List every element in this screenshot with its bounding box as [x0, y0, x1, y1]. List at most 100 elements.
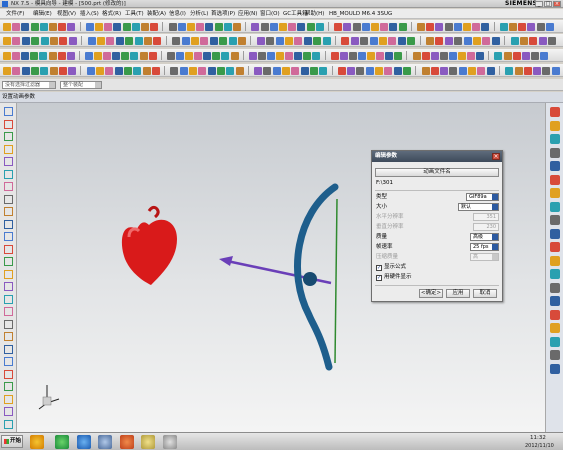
hardware-display-checkbox[interactable]: ✓ — [376, 275, 382, 281]
toolbar-tool-icon[interactable] — [538, 37, 547, 45]
toolbar-tool-icon[interactable] — [453, 23, 462, 31]
toolbar-tool-icon[interactable] — [463, 37, 472, 45]
toolbar-tool-icon[interactable] — [343, 23, 352, 31]
sketch-tool-icon[interactable] — [4, 257, 13, 266]
toolbar-tool-icon[interactable] — [337, 67, 346, 75]
toolbar-tool-icon[interactable] — [463, 23, 471, 31]
toolbar-tool-icon[interactable] — [476, 52, 485, 60]
menu-application[interactable]: 应用(N) — [238, 9, 257, 19]
start-button[interactable]: 开始 — [1, 435, 23, 448]
toolbar-tool-icon[interactable] — [123, 67, 132, 75]
sketch-tool-icon[interactable] — [4, 319, 13, 329]
toolbar-tool-icon[interactable] — [505, 67, 514, 75]
toolbar-tool-icon[interactable] — [86, 67, 95, 75]
toolbar-tool-icon[interactable] — [369, 37, 378, 45]
toolbar-tool-icon[interactable] — [397, 37, 406, 45]
toolbar-tool-icon[interactable] — [166, 52, 175, 60]
toolbar-tool-icon[interactable] — [203, 52, 212, 60]
toolbar-tool-icon[interactable] — [266, 52, 275, 60]
toolbar-tool-icon[interactable] — [251, 23, 260, 31]
toolbar-tool-icon[interactable] — [185, 52, 193, 60]
toolbar-tool-icon[interactable] — [348, 52, 357, 60]
toolbar-tool-icon[interactable] — [177, 23, 186, 31]
resource-tab-icon[interactable] — [550, 363, 560, 374]
sketch-tool-icon[interactable] — [4, 332, 13, 341]
sketch-tool-icon[interactable] — [4, 207, 13, 216]
toolbar-tool-icon[interactable] — [412, 52, 421, 60]
dialog-close-button[interactable]: × — [492, 153, 500, 160]
quality-select[interactable]: 高级 — [470, 233, 499, 241]
toolbar-tool-icon[interactable] — [499, 23, 508, 31]
minimize-button[interactable]: _ — [535, 1, 543, 7]
toolbar-tool-icon[interactable] — [303, 52, 312, 60]
menu-info[interactable]: 信息(I) — [169, 9, 186, 19]
toolbar-tool-icon[interactable] — [529, 37, 538, 45]
sketch-tool-icon[interactable] — [4, 419, 13, 429]
toolbar-tool-icon[interactable] — [12, 67, 21, 75]
toolbar-tool-icon[interactable] — [172, 37, 181, 45]
toolbar-tool-icon[interactable] — [539, 52, 548, 60]
toolbar-tool-icon[interactable] — [297, 23, 306, 31]
toolbar-tool-icon[interactable] — [214, 23, 223, 31]
media-app-icon[interactable] — [120, 435, 134, 449]
resource-tab-icon[interactable] — [550, 215, 560, 225]
toolbar-tool-icon[interactable] — [115, 37, 124, 45]
toolbar-tool-icon[interactable] — [68, 37, 77, 45]
toolbar-tool-icon[interactable] — [226, 67, 235, 75]
toolbar-tool-icon[interactable] — [448, 52, 457, 60]
toolbar-tool-icon[interactable] — [545, 23, 554, 31]
toolbar-tool-icon[interactable] — [209, 37, 218, 45]
sketch-tool-icon[interactable] — [4, 269, 13, 279]
toolbar-tool-icon[interactable] — [269, 23, 278, 31]
browser-app-icon[interactable] — [55, 435, 69, 449]
toolbar-tool-icon[interactable] — [131, 23, 140, 31]
toolbar-tool-icon[interactable] — [194, 52, 203, 60]
toolbar-tool-icon[interactable] — [257, 52, 266, 60]
toolbar-tool-icon[interactable] — [196, 23, 205, 31]
toolbar-tool-icon[interactable] — [430, 52, 439, 60]
toolbar-tool-icon[interactable] — [312, 52, 321, 60]
toolbar-tool-icon[interactable] — [309, 67, 318, 75]
toolbar-tool-icon[interactable] — [141, 23, 149, 31]
toolbar-tool-icon[interactable] — [57, 52, 66, 60]
show-formula-checkbox[interactable]: ✓ — [376, 265, 382, 271]
toolbar-tool-icon[interactable] — [205, 23, 214, 31]
toolbar-tool-icon[interactable] — [30, 67, 39, 75]
toolbar-tool-icon[interactable] — [384, 67, 393, 75]
toolbar-tool-icon[interactable] — [322, 37, 331, 45]
menu-gc-toolbox[interactable]: GC工具箱 — [283, 9, 308, 19]
toolbar-tool-icon[interactable] — [3, 52, 11, 60]
toolbar-tool-icon[interactable] — [477, 67, 486, 75]
toolbar-tool-icon[interactable] — [285, 37, 293, 45]
toolbar-tool-icon[interactable] — [481, 23, 490, 31]
toolbar-tool-icon[interactable] — [95, 23, 103, 31]
toolbar-tool-icon[interactable] — [84, 52, 93, 60]
nx-app-icon[interactable] — [77, 435, 91, 449]
toolbar-tool-icon[interactable] — [294, 37, 303, 45]
toolbar-tool-icon[interactable] — [288, 23, 297, 31]
selection-scope-dropdown[interactable]: 整个装配 — [60, 81, 102, 89]
toolbar-tool-icon[interactable] — [394, 52, 403, 60]
toolbar-tool-icon[interactable] — [67, 23, 76, 31]
framerate-select[interactable]: 25 fps — [470, 243, 499, 251]
toolbar-tool-icon[interactable] — [339, 52, 348, 60]
menu-analysis[interactable]: 分析(L) — [190, 9, 208, 19]
toolbar-tool-icon[interactable] — [430, 67, 439, 75]
sketch-tool-icon[interactable] — [4, 107, 13, 116]
toolbar-tool-icon[interactable] — [357, 52, 366, 60]
menu-file[interactable]: 文件(F) — [6, 9, 24, 19]
toolbar-tool-icon[interactable] — [248, 52, 257, 60]
toolbar-tool-icon[interactable] — [66, 52, 75, 60]
toolbar-tool-icon[interactable] — [94, 52, 102, 60]
resource-tab-icon[interactable] — [550, 201, 560, 212]
toolbar-tool-icon[interactable] — [266, 37, 275, 45]
sketch-tool-icon[interactable] — [4, 232, 13, 241]
resource-tab-icon[interactable] — [550, 147, 560, 158]
toolbar-tool-icon[interactable] — [170, 67, 179, 75]
toolbar-tool-icon[interactable] — [216, 67, 225, 75]
toolbar-tool-icon[interactable] — [361, 23, 370, 31]
toolbar-tool-icon[interactable] — [260, 23, 269, 31]
menu-insert[interactable]: 插入(S) — [80, 9, 99, 19]
sketch-tool-icon[interactable] — [4, 394, 13, 404]
toolbar-tool-icon[interactable] — [175, 52, 184, 60]
